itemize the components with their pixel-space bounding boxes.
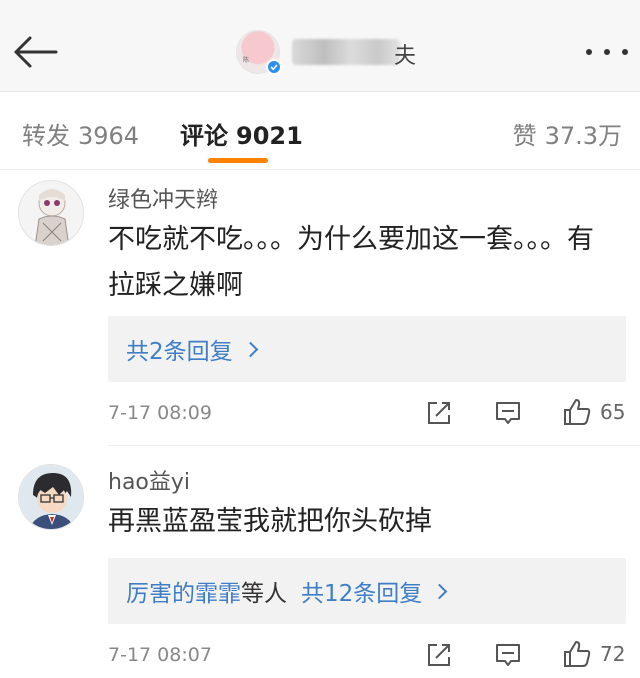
like-count: 65 — [600, 400, 626, 424]
more-dots-icon — [586, 49, 592, 55]
commenter-avatar-image — [19, 181, 83, 245]
like-count: 72 — [600, 642, 626, 666]
commenter-avatar[interactable] — [18, 180, 84, 246]
tab-likes-label: 赞 — [512, 122, 537, 150]
comment-time: 7-17 08:07 — [108, 644, 212, 666]
tab-likes[interactable]: 赞 37.3万 — [513, 116, 622, 151]
more-dot — [622, 49, 628, 55]
reply-count-link: 共12条回复 — [301, 581, 423, 607]
comment-text: 不吃就不吃。。。为什么要加这一套。。。有拉踩之嫌啊 — [108, 224, 594, 301]
reply-summary[interactable]: 厉害的霏霏 等人 共12条回复 — [108, 558, 626, 624]
reply-summary[interactable]: 共2条回复 — [108, 316, 626, 382]
tab-comments-label: 评论 — [180, 122, 228, 150]
comment-item: 绿色冲天辫 不吃就不吃。。。为什么要加这一套。。。有拉踩之嫌啊 共2条回复 7-… — [0, 170, 640, 445]
poster-avatar-text: 陈 — [243, 57, 249, 64]
reply-names-link: 厉害的霏霏 — [126, 581, 241, 607]
comment-author[interactable]: hao益yi — [108, 464, 190, 496]
tab-likes-count: 37.3万 — [544, 122, 622, 150]
reply-comment-button[interactable] — [494, 641, 522, 669]
active-tab-indicator — [208, 158, 268, 163]
thumbs-up-icon — [564, 399, 591, 425]
commenter-avatar-image — [19, 465, 83, 529]
more-dot — [604, 49, 610, 55]
comment-item: hao益yi 再黑蓝盈莹我就把你头砍掉 厉害的霏霏 等人 共12条回复 7-17… — [0, 446, 640, 678]
tab-repost[interactable]: 转发 3964 — [22, 116, 139, 151]
top-bar: 陈 夫 — [0, 0, 640, 92]
verified-check-icon — [266, 59, 282, 75]
comment-icon — [496, 402, 520, 424]
repost-comment-button[interactable] — [425, 641, 453, 669]
comment-text: 再黑蓝盈莹我就把你头砍掉 — [108, 506, 432, 537]
more-button[interactable] — [586, 46, 628, 58]
poster-name-tail: 夫 — [394, 44, 417, 69]
like-comment-button[interactable]: 72 — [562, 639, 625, 669]
tab-bar: 转发 3964 评论 9021 赞 37.3万 — [0, 92, 640, 170]
commenter-avatar[interactable] — [18, 464, 84, 530]
reply-comment-button[interactable] — [494, 399, 522, 427]
share-icon — [428, 644, 450, 666]
poster-name-blurred[interactable] — [292, 39, 400, 65]
thumbs-up-icon — [564, 641, 591, 667]
comment-time: 7-17 08:09 — [108, 402, 212, 424]
reply-names-suffix: 等人 — [241, 581, 287, 607]
back-button[interactable] — [12, 32, 58, 72]
arrow-left-icon — [14, 36, 58, 68]
tab-repost-count: 3964 — [78, 122, 140, 150]
repost-comment-button[interactable] — [425, 399, 453, 427]
comment-icon — [496, 644, 520, 666]
comment-author[interactable]: 绿色冲天辫 — [108, 182, 218, 214]
chevron-right-icon — [432, 583, 448, 599]
share-icon — [428, 402, 450, 424]
like-comment-button[interactable]: 65 — [562, 397, 625, 427]
reply-count-link: 共2条回复 — [126, 339, 233, 365]
tab-comments-count: 9021 — [236, 122, 303, 150]
tab-repost-label: 转发 — [22, 122, 70, 150]
tab-comments[interactable]: 评论 9021 — [180, 116, 303, 151]
chevron-right-icon — [242, 341, 258, 357]
